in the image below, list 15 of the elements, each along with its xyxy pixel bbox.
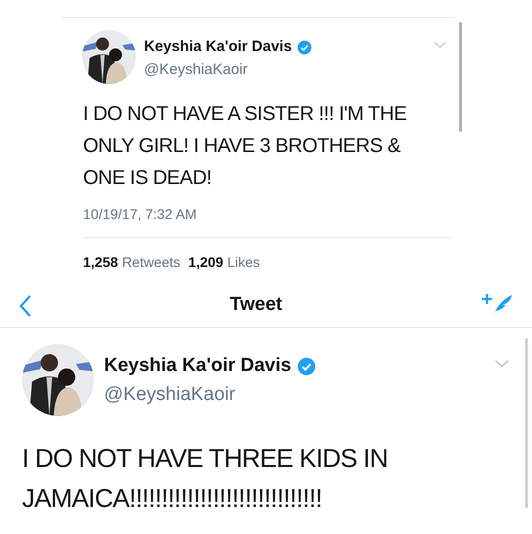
tweet-text: I DO NOT HAVE THREE KIDS IN JAMAICA!!!!!!!!!!!!!!!!!!!!!!!!!!!!!! — [21, 442, 389, 515]
tweet-text: I DO NOT HAVE A SISTER !!! I'M THE ONLY GIRL! I HAVE 3 BROTHERS & ONE IS DEAD! — [82, 102, 408, 191]
nav-title: Tweet — [230, 293, 282, 318]
author-name: Keyshia Ka'oir Davis — [144, 37, 292, 57]
verified-badge-icon — [297, 356, 316, 376]
stat-text[interactable]: 1,209 Likes — [188, 252, 260, 273]
author-name: Keyshia Ka'oir Davis — [104, 354, 292, 378]
chevron-down-icon[interactable] — [434, 42, 446, 48]
back-icon[interactable] — [18, 294, 32, 318]
author-handle: @KeyshiaKaoir — [144, 60, 249, 80]
chevron-down-icon[interactable] — [495, 360, 509, 367]
verified-badge-icon — [296, 40, 312, 55]
tweet-timestamp: 10/19/17, 7:32 AM — [83, 205, 197, 224]
stat-text[interactable]: 1,258 Retweets — [83, 252, 180, 273]
author-handle: @KeyshiaKaoir — [104, 382, 236, 406]
